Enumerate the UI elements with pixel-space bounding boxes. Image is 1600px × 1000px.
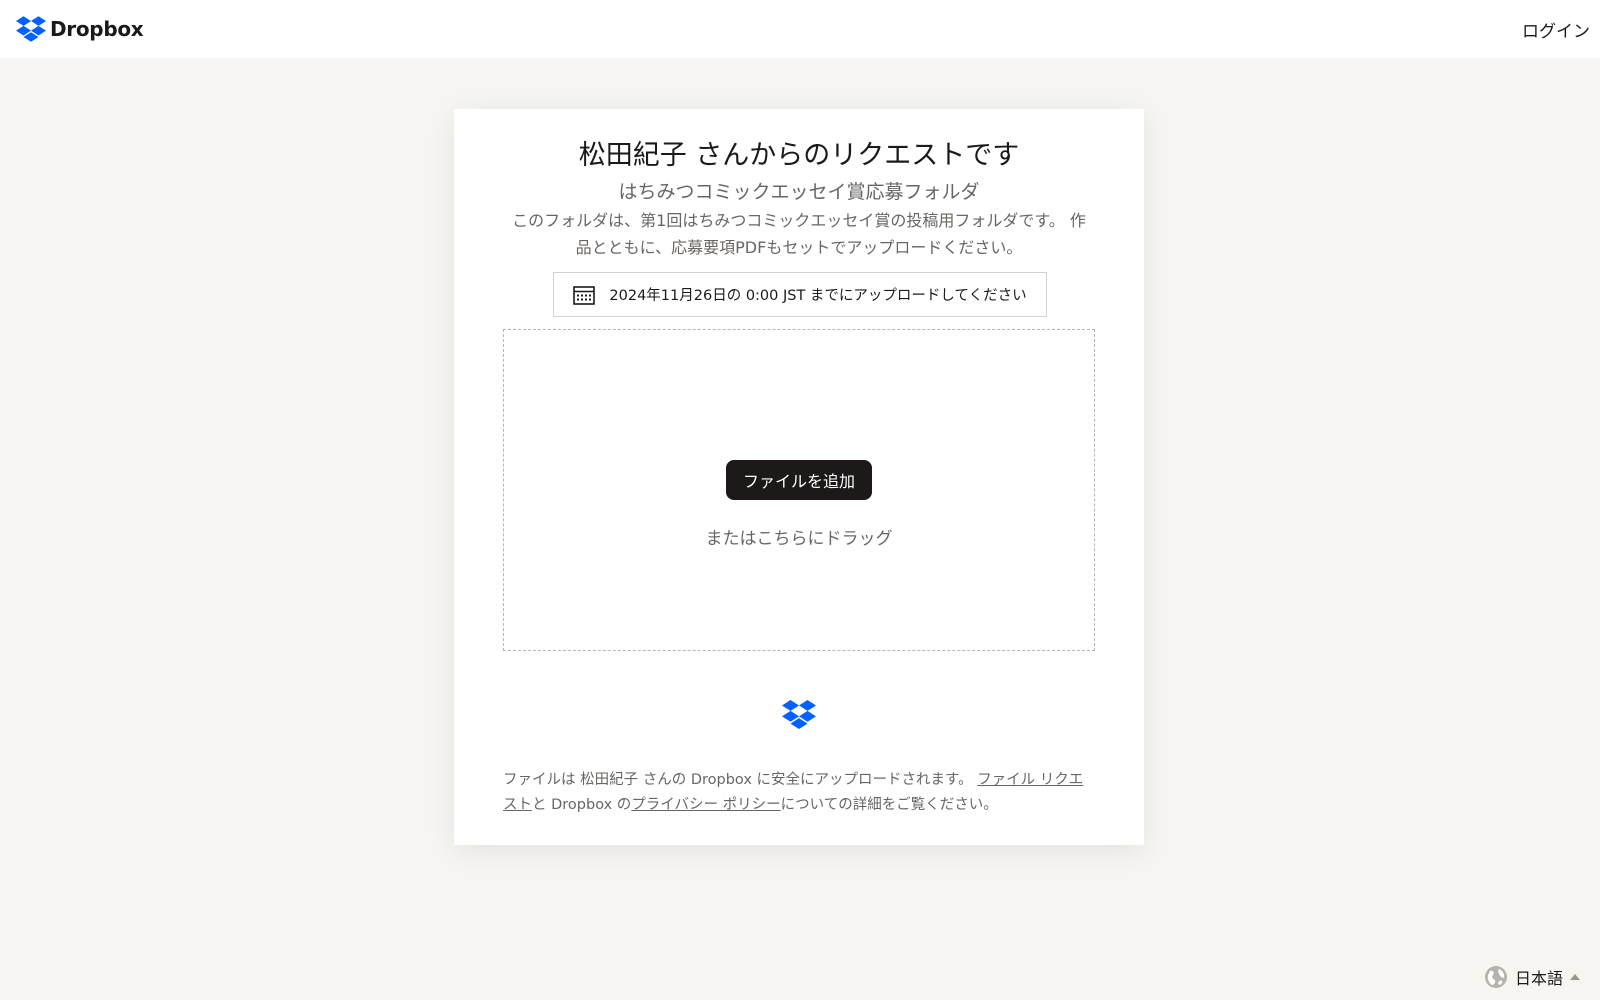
folder-name: はちみつコミックエッセイ賞応募フォルダ xyxy=(618,181,980,203)
request-title: 松田紀子 さんからのリクエストです xyxy=(578,140,1020,171)
add-files-button[interactable]: ファイルを追加 xyxy=(726,460,872,500)
deadline-box: 2024年11月26日の 0:00 JST までにアップロードしてください xyxy=(553,272,1047,317)
brand-name: Dropbox xyxy=(50,17,144,41)
drag-hint: またはこちらにドラッグ xyxy=(705,529,893,549)
dropbox-home-link[interactable]: Dropbox xyxy=(16,16,144,42)
request-description: このフォルダは、第1回はちみつコミックエッセイ賞の投稿用フォルダです。 作品とと… xyxy=(512,211,1086,257)
deadline-text: 2024年11月26日の 0:00 JST までにアップロードしてください xyxy=(609,288,1027,304)
login-link[interactable]: ログイン xyxy=(1522,17,1590,42)
privacy-policy-link[interactable]: プライバシー ポリシー xyxy=(631,797,780,813)
caret-up-icon xyxy=(1570,974,1580,980)
note-suffix: についての詳細をご覧ください。 xyxy=(780,797,998,813)
dropbox-logo-icon xyxy=(782,700,816,729)
globe-icon xyxy=(1484,966,1507,988)
top-bar: Dropbox ログイン xyxy=(0,0,1600,58)
language-selector[interactable]: 日本語 xyxy=(1484,964,1580,990)
note-prefix: ファイルは 松田紀子 さんの Dropbox に安全にアップロードされます。 xyxy=(503,772,978,788)
dropbox-logo-icon xyxy=(16,16,46,42)
security-note: ファイルは 松田紀子 さんの Dropbox に安全にアップロードされます。 フ… xyxy=(503,768,1095,818)
file-request-card: 松田紀子 さんからのリクエストです はちみつコミックエッセイ賞応募フォルダ この… xyxy=(454,109,1144,845)
file-drop-zone[interactable]: ファイルを追加 またはこちらにドラッグ xyxy=(503,329,1095,651)
language-label: 日本語 xyxy=(1514,969,1563,988)
calendar-icon xyxy=(573,285,596,305)
note-middle: と Dropbox の xyxy=(532,797,632,813)
